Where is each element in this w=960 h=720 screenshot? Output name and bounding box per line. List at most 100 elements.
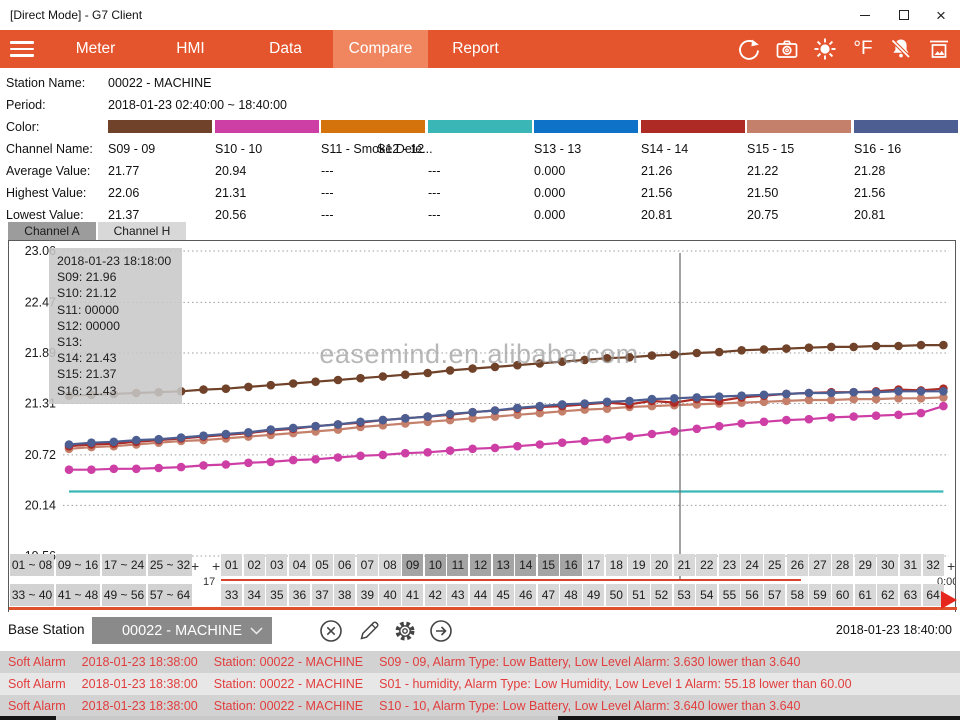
channel-group-button-49-56[interactable]: 49 ~ 56 <box>102 584 146 606</box>
channel-button-49[interactable]: 49 <box>583 584 604 606</box>
channel-button-08[interactable]: 08 <box>379 554 400 576</box>
edit-pencil-icon[interactable] <box>356 618 382 644</box>
menu-item-hmi[interactable]: HMI <box>143 30 238 68</box>
channel-button-09[interactable]: 09 <box>402 554 423 576</box>
channel-button-40[interactable]: 40 <box>379 584 400 606</box>
clear-icon[interactable] <box>318 618 344 644</box>
channel-button-45[interactable]: 45 <box>493 584 514 606</box>
temperature-unit-icon[interactable]: °F <box>848 35 878 63</box>
channel-button-59[interactable]: 59 <box>809 584 830 606</box>
export-image-icon[interactable] <box>924 35 954 63</box>
channel-button-03[interactable]: 03 <box>266 554 287 576</box>
channel-button-52[interactable]: 52 <box>651 584 672 606</box>
channel-group-button-09-16[interactable]: 09 ~ 16 <box>56 554 100 576</box>
channel-button-63[interactable]: 63 <box>900 584 921 606</box>
menu-item-compare[interactable]: Compare <box>333 30 428 68</box>
channel-button-18[interactable]: 18 <box>606 554 627 576</box>
channel-button-34[interactable]: 34 <box>244 584 265 606</box>
close-button[interactable]: × <box>922 0 960 30</box>
channel-button-22[interactable]: 22 <box>696 554 717 576</box>
channel-button-27[interactable]: 27 <box>809 554 830 576</box>
alarm-mute-bell-icon[interactable] <box>886 35 916 63</box>
minimize-button[interactable] <box>846 0 884 30</box>
menu-item-report[interactable]: Report <box>428 30 523 68</box>
channel-button-28[interactable]: 28 <box>832 554 853 576</box>
chart-panel[interactable]: 23.0622.4721.8921.3120.7220.1419.56++17+… <box>8 240 956 612</box>
channel-button-31[interactable]: 31 <box>900 554 921 576</box>
channel-button-53[interactable]: 53 <box>674 584 695 606</box>
channel-button-15[interactable]: 15 <box>538 554 559 576</box>
channel-button-14[interactable]: 14 <box>515 554 536 576</box>
channel-button-12[interactable]: 12 <box>470 554 491 576</box>
channel-button-60[interactable]: 60 <box>832 584 853 606</box>
channel-button-55[interactable]: 55 <box>719 584 740 606</box>
channel-button-62[interactable]: 62 <box>877 584 898 606</box>
channel-button-25[interactable]: 25 <box>764 554 785 576</box>
alarm-list-item[interactable]: Soft Alarm2018-01-23 18:38:00Station: 00… <box>0 673 960 695</box>
channel-button-39[interactable]: 39 <box>357 584 378 606</box>
channel-button-35[interactable]: 35 <box>266 584 287 606</box>
channel-group-button-41-48[interactable]: 41 ~ 48 <box>56 584 100 606</box>
channel-button-24[interactable]: 24 <box>741 554 762 576</box>
channel-button-38[interactable]: 38 <box>334 584 355 606</box>
channel-button-21[interactable]: 21 <box>674 554 695 576</box>
channel-button-05[interactable]: 05 <box>312 554 333 576</box>
menu-item-data[interactable]: Data <box>238 30 333 68</box>
channel-button-30[interactable]: 30 <box>877 554 898 576</box>
channel-button-43[interactable]: 43 <box>447 584 468 606</box>
channel-button-42[interactable]: 42 <box>425 584 446 606</box>
channel-button-41[interactable]: 41 <box>402 584 423 606</box>
channel-button-02[interactable]: 02 <box>244 554 265 576</box>
go-arrow-icon[interactable] <box>428 618 454 644</box>
channel-name-cell: S13 - 13 <box>534 138 581 160</box>
channel-button-61[interactable]: 61 <box>855 584 876 606</box>
menu-item-meter[interactable]: Meter <box>48 30 143 68</box>
channel-button-58[interactable]: 58 <box>787 584 808 606</box>
channel-button-04[interactable]: 04 <box>289 554 310 576</box>
channel-button-16[interactable]: 16 <box>560 554 581 576</box>
channel-group-button-01-08[interactable]: 01 ~ 08 <box>10 554 54 576</box>
channel-button-13[interactable]: 13 <box>493 554 514 576</box>
tab-channel-a[interactable]: Channel A <box>8 222 96 240</box>
next-page-arrow-icon[interactable] <box>941 591 959 615</box>
channel-group-button-33-40[interactable]: 33 ~ 40 <box>10 584 54 606</box>
hamburger-menu-icon[interactable] <box>0 30 48 68</box>
channel-button-37[interactable]: 37 <box>312 584 333 606</box>
channel-group-button-57-64[interactable]: 57 ~ 64 <box>148 584 192 606</box>
channel-group-button-17-24[interactable]: 17 ~ 24 <box>102 554 146 576</box>
alarm-list-item[interactable]: Soft Alarm2018-01-23 18:38:00Station: 00… <box>0 695 960 717</box>
sync-icon[interactable] <box>734 35 764 63</box>
channel-button-10[interactable]: 10 <box>425 554 446 576</box>
channel-button-06[interactable]: 06 <box>334 554 355 576</box>
channel-button-46[interactable]: 46 <box>515 584 536 606</box>
channel-button-17[interactable]: 17 <box>583 554 604 576</box>
channel-button-32[interactable]: 32 <box>923 554 944 576</box>
channel-button-23[interactable]: 23 <box>719 554 740 576</box>
channel-button-11[interactable]: 11 <box>447 554 468 576</box>
alarm-list-item[interactable]: Soft Alarm2018-01-23 18:38:00Station: 00… <box>0 651 960 673</box>
channel-button-51[interactable]: 51 <box>628 584 649 606</box>
channel-button-47[interactable]: 47 <box>538 584 559 606</box>
restore-button[interactable] <box>884 0 922 30</box>
channel-button-33[interactable]: 33 <box>221 584 242 606</box>
base-station-dropdown[interactable]: 00022 - MACHINE <box>92 617 272 644</box>
camera-icon[interactable] <box>772 35 802 63</box>
channel-button-48[interactable]: 48 <box>560 584 581 606</box>
channel-button-20[interactable]: 20 <box>651 554 672 576</box>
settings-gear-icon[interactable] <box>392 618 418 644</box>
channel-group-button-25-32[interactable]: 25 ~ 32 <box>148 554 192 576</box>
channel-button-44[interactable]: 44 <box>470 584 491 606</box>
brightness-sun-icon[interactable] <box>810 35 840 63</box>
channel-button-19[interactable]: 19 <box>628 554 649 576</box>
channel-button-01[interactable]: 01 <box>221 554 242 576</box>
channel-button-50[interactable]: 50 <box>606 584 627 606</box>
data-point <box>849 343 858 352</box>
channel-button-56[interactable]: 56 <box>741 584 762 606</box>
tab-channel-h[interactable]: Channel H <box>98 222 186 240</box>
channel-button-07[interactable]: 07 <box>357 554 378 576</box>
channel-button-36[interactable]: 36 <box>289 584 310 606</box>
channel-button-54[interactable]: 54 <box>696 584 717 606</box>
channel-button-57[interactable]: 57 <box>764 584 785 606</box>
channel-button-26[interactable]: 26 <box>787 554 808 576</box>
channel-button-29[interactable]: 29 <box>855 554 876 576</box>
